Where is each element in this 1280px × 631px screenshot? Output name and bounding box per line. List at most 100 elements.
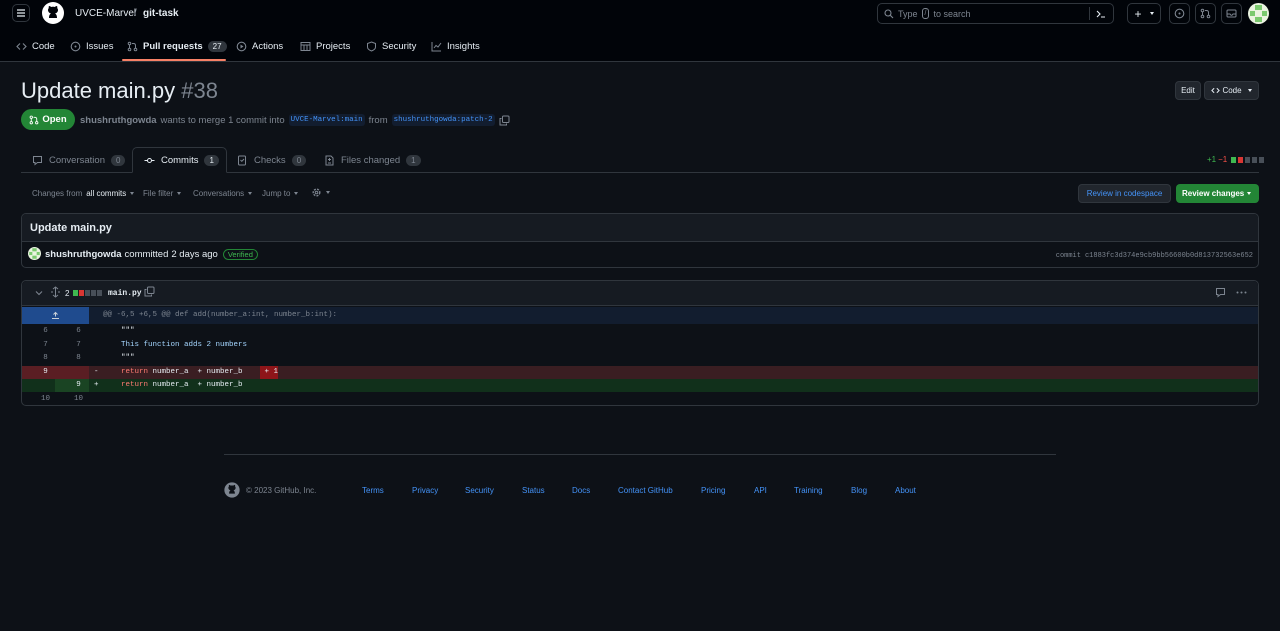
tab-label: Checks: [254, 154, 286, 166]
review-changes-button[interactable]: Review changes: [1176, 184, 1259, 203]
old-line-number[interactable]: [29, 379, 62, 392]
search-input[interactable]: Type / to search: [877, 3, 1114, 24]
comment-icon: [33, 155, 42, 166]
diff-settings-dropdown[interactable]: [311, 187, 330, 198]
avatar[interactable]: [1248, 3, 1269, 24]
footer-link-privacy[interactable]: Privacy: [412, 486, 438, 495]
tab-conversation[interactable]: Conversation 0: [32, 148, 126, 172]
new-line-number[interactable]: [62, 366, 95, 379]
fold-up-icon: [52, 311, 59, 319]
github-logo-icon[interactable]: [42, 2, 64, 24]
plus-icon: +: [1134, 6, 1142, 21]
tab-files-changed[interactable]: Files changed 1: [324, 148, 421, 172]
review-in-codespace-button[interactable]: Review in codespace: [1078, 184, 1171, 203]
chevron-down-icon: [177, 192, 182, 195]
repo-tab-projects[interactable]: Projects: [300, 39, 350, 53]
repo-tab-label: Insights: [447, 40, 480, 52]
command-palette-divider: [1089, 7, 1090, 20]
footer-link-terms[interactable]: Terms: [362, 486, 384, 495]
footer-link-about[interactable]: About: [895, 486, 916, 495]
new-line-number[interactable]: 9: [62, 379, 95, 392]
commit-sha-label: commit: [1055, 252, 1081, 260]
pull-requests-button[interactable]: [1195, 3, 1216, 24]
command-palette-icon[interactable]: [1096, 9, 1106, 19]
old-line-number[interactable]: 9: [29, 366, 62, 379]
base-branch-label[interactable]: UVCE-Marvel:main: [288, 114, 365, 126]
commit-message[interactable]: Update main.py: [30, 222, 112, 234]
repo-tab-insights[interactable]: Insights: [431, 39, 480, 53]
verified-badge[interactable]: Verified: [222, 249, 258, 260]
footer-link-pricing[interactable]: Pricing: [701, 486, 725, 495]
repo-tab-label: Actions: [252, 40, 284, 52]
copy-icon[interactable]: [499, 115, 510, 126]
new-line-number[interactable]: 10: [62, 393, 95, 406]
pr-title: Update main.py: [21, 78, 176, 103]
new-line-number[interactable]: 6: [62, 325, 95, 338]
diffstat-block: [1252, 156, 1258, 163]
diffstat-block: [97, 290, 102, 296]
pr-from-text: from: [368, 114, 388, 126]
footer-link-training[interactable]: Training: [794, 486, 823, 495]
code-icon: [1211, 87, 1221, 94]
issue-icon: [70, 41, 81, 51]
file-filter-dropdown[interactable]: File filter: [143, 189, 182, 198]
global-header: UVCE-Marvel / git-task Type / to search …: [0, 0, 1280, 62]
github-logo-icon[interactable]: [224, 482, 240, 498]
expand-all-icon[interactable]: [50, 286, 61, 298]
commit-author-link[interactable]: shushruthgowda: [45, 249, 122, 260]
create-new-button[interactable]: +: [1127, 3, 1161, 24]
tab-checks[interactable]: Checks 0: [237, 148, 307, 172]
copy-icon[interactable]: [144, 286, 155, 297]
code-dropdown-button[interactable]: Code: [1204, 81, 1259, 100]
breadcrumb-separator: /: [134, 8, 137, 19]
old-line-number[interactable]: 7: [29, 339, 62, 352]
old-line-number[interactable]: 6: [29, 325, 62, 338]
kebab-horizontal-icon[interactable]: [1236, 287, 1247, 298]
tab-count: 0: [291, 154, 307, 166]
graph-icon: [431, 41, 442, 51]
jump-to-dropdown[interactable]: Jump to: [262, 189, 299, 198]
head-branch-label[interactable]: shushruthgowda:patch-2: [391, 114, 495, 126]
commit-author-avatar[interactable]: [28, 247, 41, 260]
all-commits-label: all commits: [86, 189, 127, 198]
conversations-dropdown[interactable]: Conversations: [193, 189, 253, 198]
repo-tab-label: Security: [382, 40, 417, 52]
old-line-number[interactable]: 8: [29, 352, 62, 365]
comment-icon[interactable]: [1215, 287, 1226, 298]
edit-button-label: Edit: [1181, 86, 1195, 95]
footer-link-docs[interactable]: Docs: [572, 486, 590, 495]
repo-tab-security[interactable]: Security: [366, 39, 416, 53]
footer-link-contact[interactable]: Contact GitHub: [618, 486, 673, 495]
repo-tab-label: Pull requests: [143, 40, 203, 52]
diffstat-block: [73, 290, 78, 296]
menu-button[interactable]: [12, 4, 30, 22]
diffstat: +1 −1: [1207, 155, 1265, 164]
line-code: number_a + number_b: [148, 381, 243, 389]
edit-button[interactable]: Edit: [1175, 81, 1201, 100]
selected-tab-underline: [122, 59, 226, 61]
expand-up-button[interactable]: [22, 307, 89, 324]
repo-tab-code[interactable]: Code: [16, 39, 55, 53]
issues-button[interactable]: [1169, 3, 1190, 24]
file-name[interactable]: main.py: [108, 289, 142, 298]
new-line-number[interactable]: 7: [62, 339, 95, 352]
footer-link-status[interactable]: Status: [522, 486, 545, 495]
pull-request-icon: [29, 115, 39, 124]
new-line-number[interactable]: 8: [62, 352, 95, 365]
repo-tab-issues[interactable]: Issues: [70, 39, 113, 53]
repo-name-link[interactable]: git-task: [143, 8, 179, 19]
tab-commits[interactable]: Commits 1: [144, 148, 219, 172]
repo-tab-actions[interactable]: Actions: [236, 39, 283, 53]
repo-tab-pull-requests[interactable]: Pull requests 27: [127, 39, 227, 53]
pr-author-link[interactable]: shushruthgowda: [80, 115, 157, 126]
old-line-number[interactable]: 10: [29, 393, 62, 406]
footer-link-blog[interactable]: Blog: [851, 486, 867, 495]
repo-owner-link[interactable]: UVCE-Marvel: [75, 8, 136, 19]
chevron-down-icon[interactable]: [34, 288, 44, 298]
commit-sha-row: commit c1883fc3d374e9cb9bb56600b0d813732…: [1056, 252, 1253, 260]
chevron-down-icon: [1247, 192, 1251, 195]
inbox-button[interactable]: [1221, 3, 1242, 24]
footer-link-security[interactable]: Security: [465, 486, 494, 495]
changes-from-dropdown[interactable]: Changes from all commits: [32, 189, 135, 198]
footer-link-api[interactable]: API: [754, 486, 767, 495]
